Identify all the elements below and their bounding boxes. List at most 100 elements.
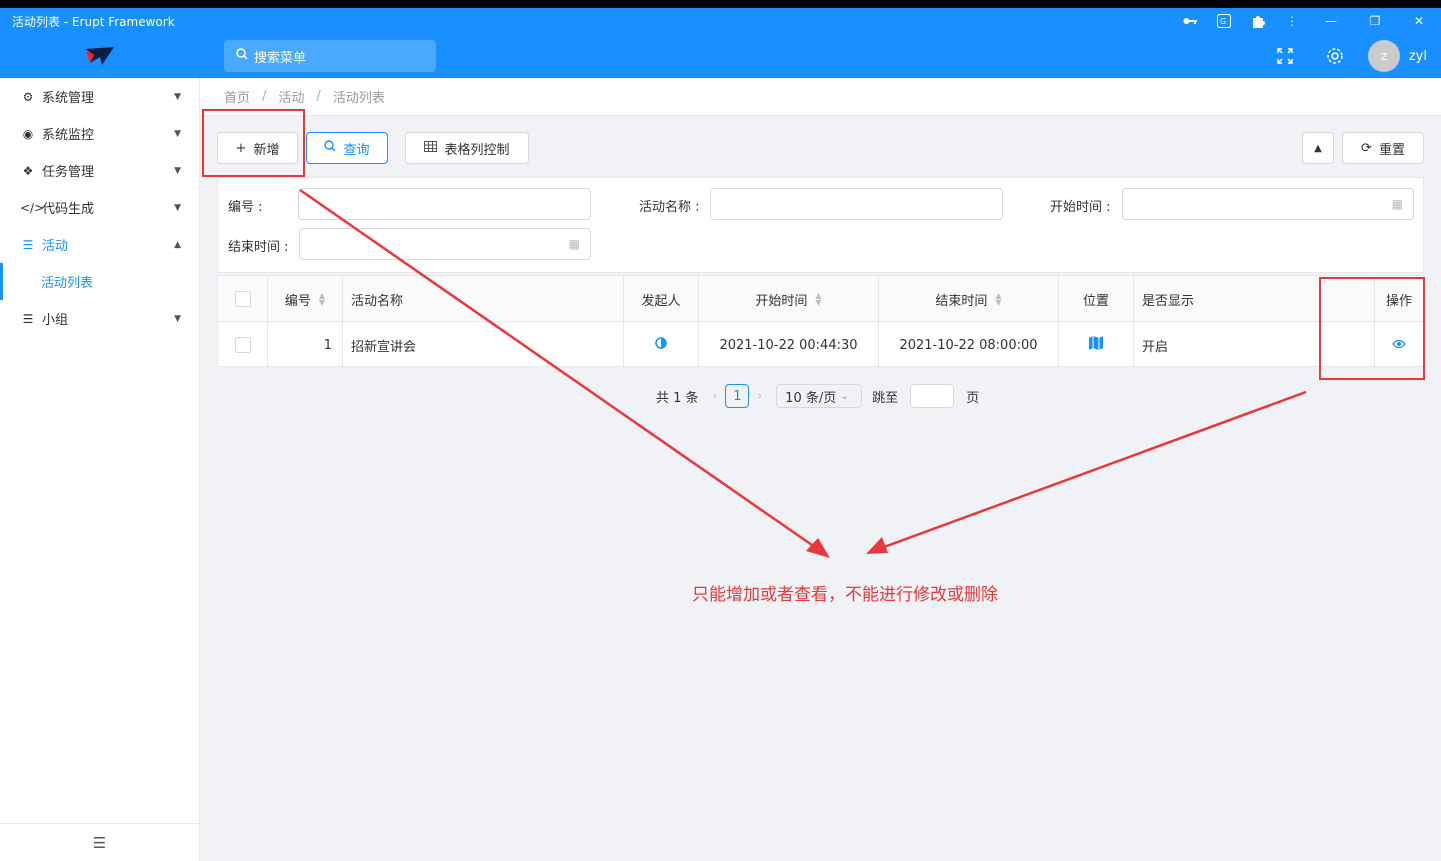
window-title: 活动列表 - Erupt Framework xyxy=(12,14,175,29)
end-time-picker[interactable]: ▦ xyxy=(299,228,591,260)
cell-name: 招新宣讲会 xyxy=(343,322,624,368)
name-label: 活动名称 : xyxy=(639,200,700,215)
jump-input[interactable] xyxy=(910,384,955,408)
caret-up-icon: ▲ xyxy=(1314,142,1322,154)
calendar-icon: ▦ xyxy=(568,237,580,251)
sidebar-item-code-generation[interactable]: </> 代码生成 ▼ xyxy=(0,189,199,226)
name-input[interactable] xyxy=(710,188,1003,220)
breadcrumb-activity[interactable]: 活动 xyxy=(278,87,304,106)
cell-initiator xyxy=(624,322,699,368)
sidebar-item-task-management[interactable]: ❖ 任务管理 ▼ xyxy=(0,152,199,189)
sidebar-item-label: 系统监控 xyxy=(42,128,95,143)
table-header-row: 编号 ▲ ▼ 活动名称 发起人 开始时间 ▲ ▼ 结束时间 ▲ ▼ 位置 是否显示 操… xyxy=(218,276,1423,322)
id-input[interactable] xyxy=(298,188,591,220)
select-all-checkbox[interactable] xyxy=(234,291,251,307)
chevron-down-icon: ▼ xyxy=(174,165,181,176)
calendar-icon: ▦ xyxy=(1391,197,1403,211)
sidebar-item-system-monitor[interactable]: ◉ 系统监控 ▼ xyxy=(0,115,199,152)
cell-name-value: 招新宣讲会 xyxy=(351,339,417,355)
annotation-box-actions xyxy=(1319,277,1425,380)
sort-icon[interactable]: ▲ ▼ xyxy=(319,292,325,307)
search-icon xyxy=(324,140,336,156)
search-placeholder: 搜索菜单 xyxy=(254,50,307,66)
prev-page-icon[interactable]: ‹ xyxy=(713,389,718,403)
annotation-box-add xyxy=(202,109,305,177)
page-number[interactable]: 1 xyxy=(725,384,750,408)
sidebar-collapse-button[interactable]: ☰ xyxy=(0,823,199,861)
cell-start-time: 2021-10-22 00:44:30 xyxy=(699,322,879,368)
row-checkbox[interactable] xyxy=(234,337,251,353)
cell-end-time: 2021-10-22 08:00:00 xyxy=(879,322,1059,368)
monitor-icon: ◉ xyxy=(22,126,34,141)
list-icon: ☰ xyxy=(22,237,34,252)
sidebar-item-system-management[interactable]: ⚙ 系统管理 ▼ xyxy=(0,78,199,115)
header-label: 编号 xyxy=(284,293,311,309)
menu-search-input[interactable]: 搜索菜单 xyxy=(224,40,436,72)
chevron-down-icon: ▼ xyxy=(174,91,181,102)
row-select-cell xyxy=(218,322,268,368)
header-label: 是否显示 xyxy=(1142,293,1195,309)
list-icon: ☰ xyxy=(22,311,34,326)
fullscreen-icon[interactable] xyxy=(1260,34,1310,78)
sidebar-subitem-activity-list[interactable]: 活动列表 xyxy=(0,263,199,300)
puzzle-icon[interactable] xyxy=(1241,8,1275,34)
data-table: 编号 ▲ ▼ 活动名称 发起人 开始时间 ▲ ▼ 结束时间 ▲ ▼ 位置 是否显示 操… xyxy=(217,275,1424,368)
page-size-select[interactable]: 10 条/页 ⌄ xyxy=(776,384,863,408)
sort-icon[interactable]: ▲ ▼ xyxy=(995,292,1001,307)
header-label: 活动名称 xyxy=(351,293,404,309)
username[interactable]: zyl xyxy=(1409,49,1427,64)
annotation-note: 只能增加或者查看，不能进行修改或删除 xyxy=(692,585,998,605)
collapse-search-button[interactable]: ▲ xyxy=(1302,132,1334,164)
sidebar-item-activity[interactable]: ☰ 活动 ▲ xyxy=(0,226,199,263)
minimize-icon[interactable]: — xyxy=(1309,8,1353,34)
map-icon[interactable] xyxy=(1089,336,1103,354)
breadcrumb-home[interactable]: 首页 xyxy=(224,87,250,106)
column-header-name: 活动名称 xyxy=(343,276,624,322)
column-header-id[interactable]: 编号 ▲ ▼ xyxy=(268,276,343,322)
code-icon: </> xyxy=(20,200,45,215)
window-title-bar: 活动列表 - Erupt Framework G ⋮ — ❐ ✕ xyxy=(0,0,1441,34)
cubes-icon: ❖ xyxy=(22,163,34,178)
settings-gear-icon[interactable] xyxy=(1310,34,1360,78)
breadcrumb: 首页 / 活动 / 活动列表 xyxy=(200,78,1441,116)
close-icon[interactable]: ✕ xyxy=(1397,8,1441,34)
column-header-end-time[interactable]: 结束时间 ▲ ▼ xyxy=(879,276,1059,322)
more-vertical-icon[interactable]: ⋮ xyxy=(1275,8,1309,34)
cell-end-value: 2021-10-22 08:00:00 xyxy=(899,337,1038,353)
end-time-label: 结束时间 : xyxy=(228,240,289,255)
cell-location xyxy=(1059,322,1134,368)
chevron-down-icon: ⌄ xyxy=(840,390,849,402)
pagination: 共 1 条 ‹ 1 › 10 条/页 ⌄ 跳至 页 xyxy=(656,384,979,408)
translate-icon[interactable]: G xyxy=(1207,8,1241,34)
reset-button-label: 重置 xyxy=(1378,142,1405,158)
sidebar-item-label: 任务管理 xyxy=(42,165,95,180)
restore-icon[interactable]: ❐ xyxy=(1353,8,1397,34)
search-form: 编号 : 活动名称 : 开始时间 : ▦ 结束时间 : ▦ xyxy=(217,177,1424,273)
start-time-picker[interactable]: ▦ xyxy=(1122,188,1414,220)
table-row: 1 招新宣讲会 2021-10-22 00:44:30 2021-10-22 0… xyxy=(218,322,1423,368)
sidebar-item-label: 代码生成 xyxy=(42,202,95,217)
total-count: 共 1 条 xyxy=(656,390,699,406)
cell-visible-value: 开启 xyxy=(1142,339,1169,355)
sort-icon[interactable]: ▲ ▼ xyxy=(815,292,821,307)
query-button[interactable]: 查询 xyxy=(306,132,388,164)
next-page-icon[interactable]: › xyxy=(757,389,762,403)
app-header: 搜索菜单 z zyl xyxy=(0,34,1441,78)
sidebar-item-label: 活动 xyxy=(42,239,69,254)
cell-start-value: 2021-10-22 00:44:30 xyxy=(719,337,858,353)
key-icon[interactable] xyxy=(1173,8,1207,34)
sidebar-item-group[interactable]: ☰ 小组 ▼ xyxy=(0,300,199,337)
column-header-start-time[interactable]: 开始时间 ▲ ▼ xyxy=(699,276,879,322)
logo[interactable] xyxy=(0,34,200,78)
avatar[interactable]: z xyxy=(1367,40,1400,72)
cell-id-value: 1 xyxy=(323,337,332,353)
sidebar-subitem-label: 活动列表 xyxy=(41,276,94,291)
initiator-contrast-icon[interactable] xyxy=(655,337,667,353)
chevron-up-icon: ▲ xyxy=(174,239,181,250)
menu-fold-icon: ☰ xyxy=(92,833,107,852)
page-size-value: 10 条/页 xyxy=(785,390,837,406)
start-time-label: 开始时间 : xyxy=(1050,200,1111,215)
reset-button[interactable]: ⟳ 重置 xyxy=(1342,132,1424,164)
header-label: 发起人 xyxy=(641,293,681,309)
column-control-button[interactable]: 表格列控制 xyxy=(405,132,529,164)
